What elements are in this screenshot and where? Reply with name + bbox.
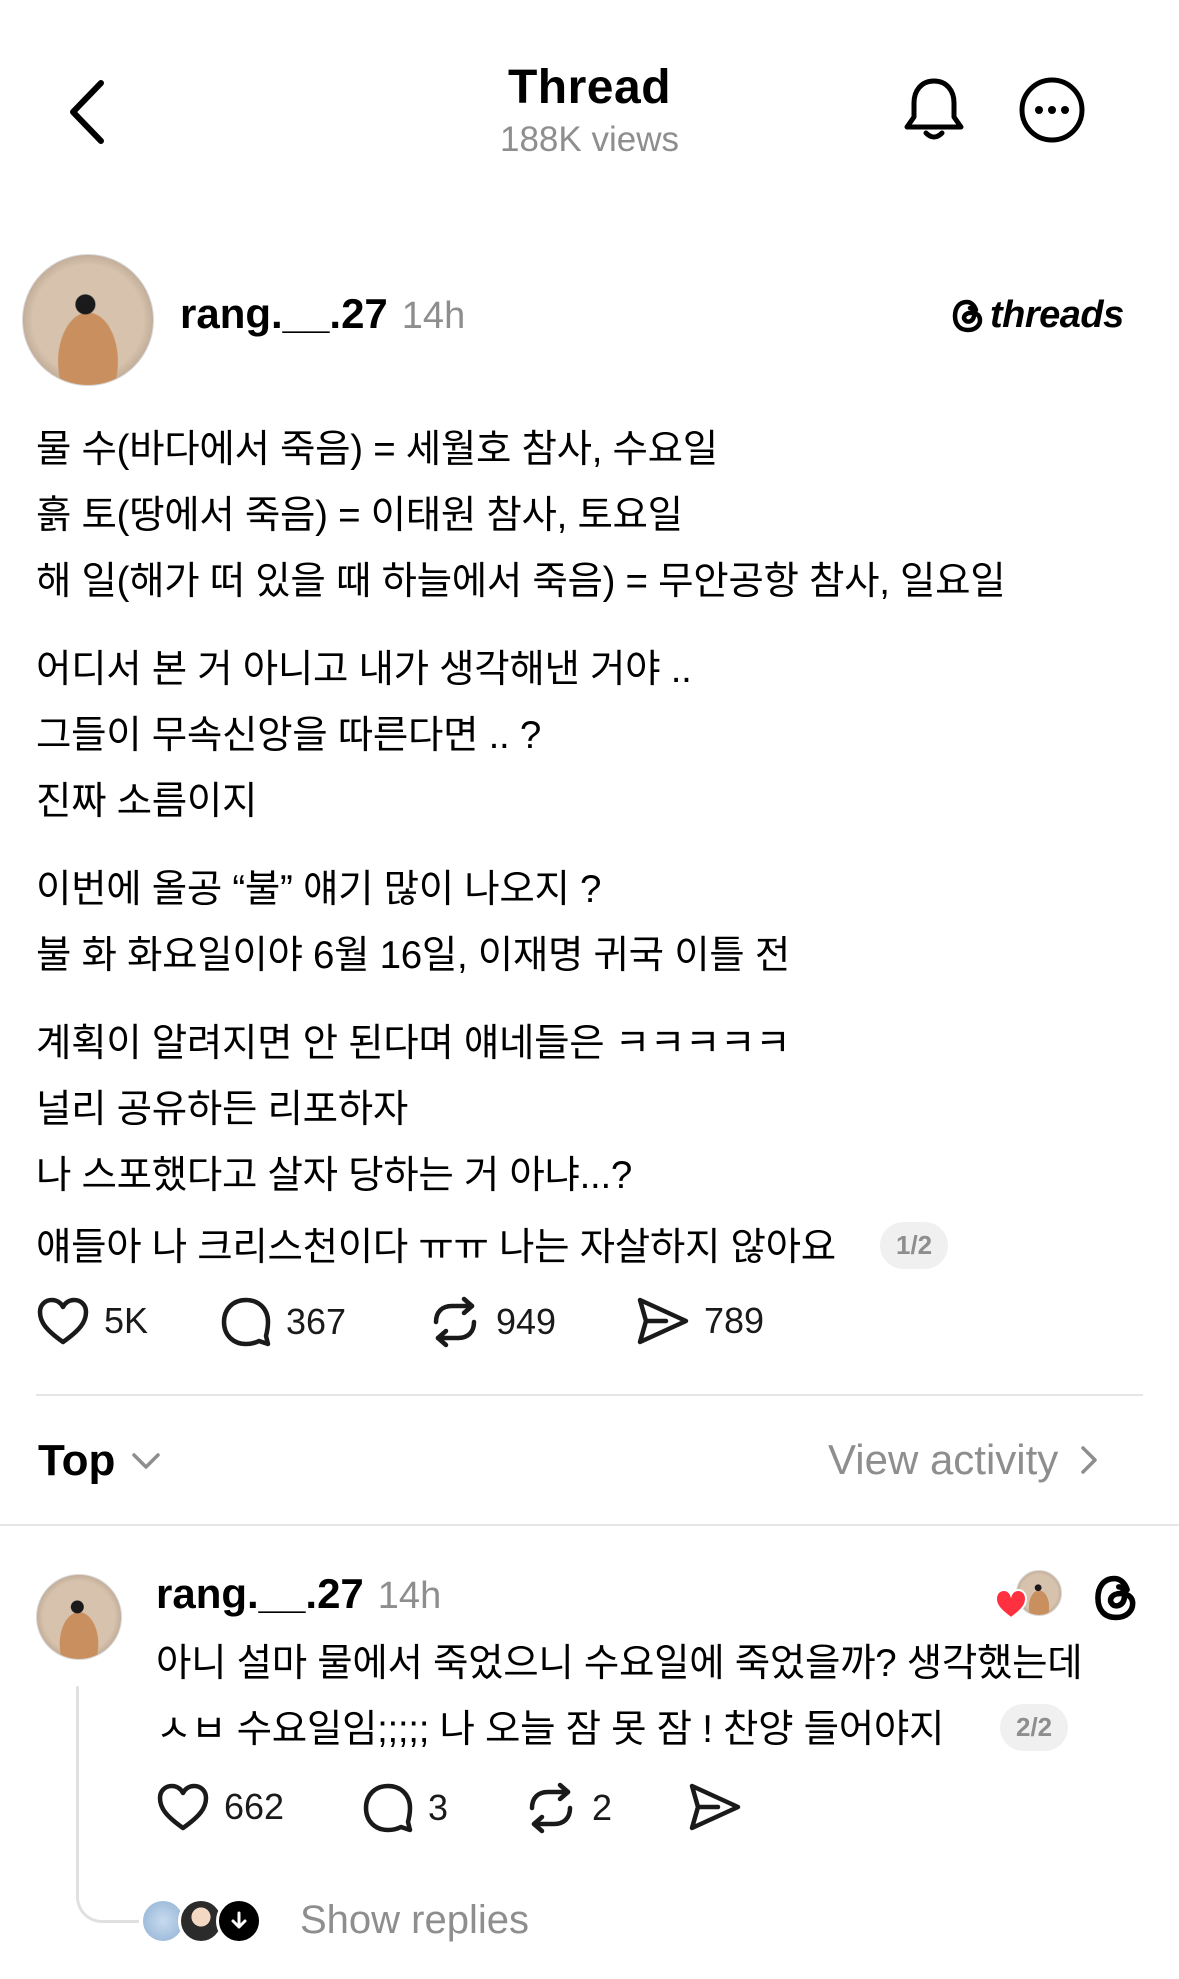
repost-button[interactable]: 949 bbox=[428, 1296, 556, 1348]
threads-logo-icon bbox=[1095, 1575, 1136, 1621]
post-text-line: 물 수(바다에서 죽음) = 세월호 참사, 수요일 bbox=[36, 428, 718, 471]
post-text-line: 이번에 올공 “불” 얘기 많이 나오지 ? bbox=[36, 868, 602, 911]
post-text-line: 얘들아 나 크리스천이다 ㅠㅠ 나는 자살하지 않아요 bbox=[36, 1226, 836, 1269]
page-title: Thread bbox=[507, 61, 672, 114]
post-text-line: 그들이 무속신앙을 따른다면 .. ? bbox=[36, 714, 541, 757]
threads-brand: threads bbox=[950, 294, 1124, 337]
like-count: 5K bbox=[104, 1300, 149, 1341]
like-button[interactable]: 5K bbox=[36, 1296, 148, 1346]
author-username[interactable]: rang.__.27 bbox=[180, 290, 388, 338]
post-text-line: 어디서 본 거 아니고 내가 생각해낸 거야 .. bbox=[36, 648, 692, 691]
show-replies-label: Show replies bbox=[300, 1898, 530, 1942]
share-count: 789 bbox=[704, 1300, 765, 1341]
post-timestamp: 14h bbox=[401, 295, 466, 337]
show-replies-button[interactable]: Show replies bbox=[140, 1892, 600, 1952]
chevron-down-icon bbox=[132, 1453, 161, 1469]
post-text-line: 진짜 소름이지 bbox=[36, 780, 258, 823]
section-divider bbox=[0, 1524, 1179, 1526]
reply-share-button[interactable] bbox=[688, 1782, 742, 1832]
repost-icon bbox=[529, 1782, 573, 1834]
post-text-line: 나 스포했다고 살자 당하는 거 아냐...? bbox=[36, 1154, 632, 1197]
threads-logo-icon bbox=[952, 299, 983, 332]
view-activity-label: View activity bbox=[828, 1436, 1059, 1483]
more-horizontal-icon bbox=[1019, 77, 1085, 143]
share-button[interactable]: 789 bbox=[636, 1296, 764, 1346]
reply-page-indicator: 2/2 bbox=[1000, 1704, 1069, 1751]
reply-comment-button[interactable]: 3 bbox=[362, 1782, 448, 1834]
send-icon bbox=[689, 1783, 741, 1831]
heart-icon bbox=[157, 1783, 209, 1831]
chevron-right-icon bbox=[1081, 1446, 1098, 1474]
comment-icon bbox=[363, 1783, 413, 1833]
reply-comment-count: 3 bbox=[428, 1787, 449, 1828]
sort-label: Top bbox=[38, 1436, 116, 1485]
reply-repost-button[interactable]: 2 bbox=[524, 1782, 612, 1834]
comment-count: 367 bbox=[286, 1301, 347, 1342]
threads-brand-text: threads bbox=[990, 294, 1124, 336]
section-divider bbox=[36, 1394, 1143, 1396]
author-avatar[interactable] bbox=[22, 254, 154, 386]
heart-filled-icon bbox=[994, 1588, 1028, 1620]
reply-repost-count: 2 bbox=[592, 1787, 613, 1828]
post-text-line: 흙 토(땅에서 죽음) = 이태원 참사, 토요일 bbox=[36, 494, 683, 537]
reply-like-button[interactable]: 662 bbox=[156, 1782, 284, 1832]
thread-connector-line bbox=[76, 1686, 79, 1896]
repost-icon bbox=[433, 1296, 477, 1348]
reply-timestamp: 14h bbox=[377, 1575, 442, 1617]
post-text-line: 계획이 알려지면 안 된다며 얘네들은 ㅋㅋㅋㅋㅋ bbox=[36, 1022, 791, 1065]
post-text-line: 해 일(해가 떠 있을 때 하늘에서 죽음) = 무안공항 참사, 일요일 bbox=[36, 560, 1006, 603]
threads-app-button[interactable] bbox=[1088, 1570, 1144, 1626]
sort-dropdown[interactable]: Top bbox=[38, 1436, 161, 1486]
thread-connector-curve bbox=[76, 1880, 139, 1923]
send-icon bbox=[637, 1297, 689, 1345]
view-count: 188K views bbox=[500, 120, 679, 159]
expand-arrow-icon bbox=[216, 1898, 262, 1944]
post-text-line: 널리 공유하든 리포하자 bbox=[36, 1088, 408, 1131]
more-options-button[interactable] bbox=[1014, 72, 1090, 148]
thread-page-indicator: 1/2 bbox=[880, 1222, 949, 1269]
heart-icon bbox=[37, 1297, 89, 1345]
view-activity-link[interactable]: View activity bbox=[828, 1436, 1098, 1484]
notifications-button[interactable] bbox=[896, 72, 972, 148]
comment-button[interactable]: 367 bbox=[220, 1296, 346, 1348]
repost-count: 949 bbox=[496, 1301, 557, 1342]
reply-text-line: 아니 설마 물에서 죽었으니 수요일에 죽었을까? 생각했는데 bbox=[156, 1642, 1083, 1685]
reply-author-avatar[interactable] bbox=[36, 1574, 122, 1660]
comment-icon bbox=[221, 1297, 271, 1347]
reply-text-line: ㅅㅂ 수요일임;;;;; 나 오늘 잠 못 잠 ! 찬양 들어야지 bbox=[156, 1708, 945, 1751]
reply-like-count: 662 bbox=[224, 1786, 285, 1827]
reply-author-username[interactable]: rang.__.27 bbox=[156, 1570, 364, 1618]
post-text-line: 불 화 화요일이야 6월 16일, 이재명 귀국 이틀 전 bbox=[36, 934, 790, 977]
liked-by-author-indicator bbox=[992, 1570, 1064, 1626]
bell-icon bbox=[904, 78, 964, 140]
